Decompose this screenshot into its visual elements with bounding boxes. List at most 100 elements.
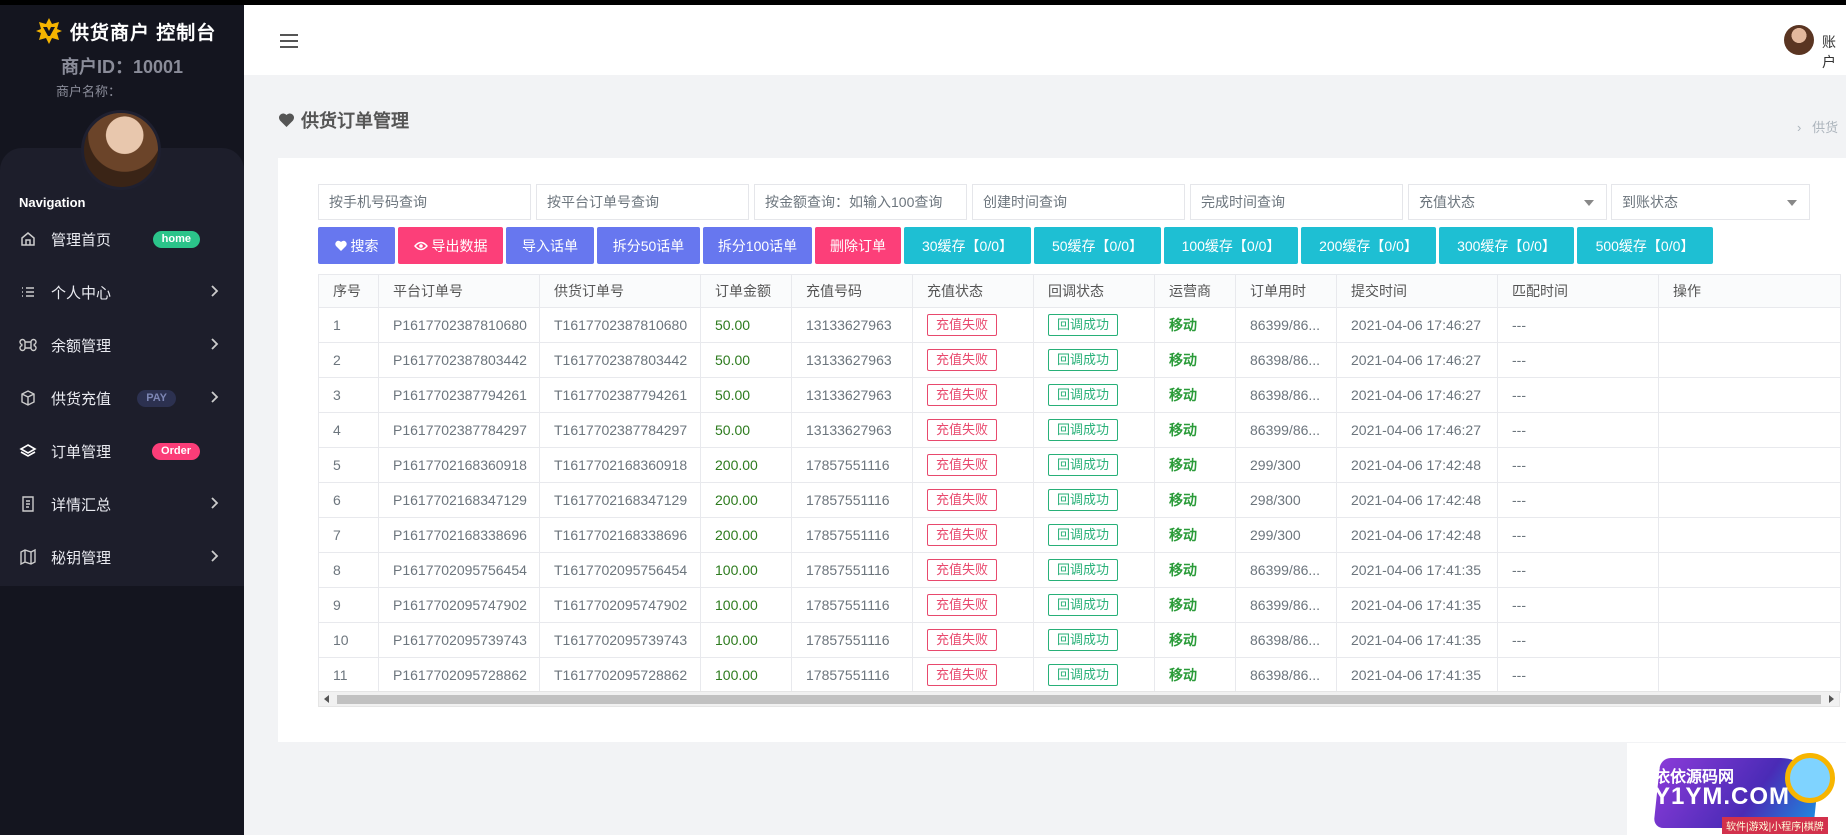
sidebar: 供货商户 控制台 商户ID：10001 商户名称： Navigation 管理首… bbox=[0, 0, 244, 835]
menu-icon[interactable] bbox=[279, 33, 299, 49]
table-row: 5 P1617702168360918 T1617702168360918 200.0… bbox=[318, 447, 1841, 483]
platform-cell: P1617702387794261 bbox=[378, 377, 540, 413]
account-menu[interactable]: 账户 bbox=[1822, 32, 1846, 72]
chevron-right-icon bbox=[211, 285, 219, 297]
table-row: 3 P1617702387794261 T1617702387794261 50.00… bbox=[318, 377, 1841, 413]
phone-cell: 13133627963 bbox=[791, 377, 913, 413]
brand[interactable]: 供货商户 控制台 bbox=[34, 14, 216, 48]
carrier-label: 移动 bbox=[1169, 457, 1197, 473]
op-cell[interactable] bbox=[1658, 377, 1841, 413]
breadcrumb-item[interactable]: 供货 bbox=[1812, 120, 1838, 135]
sidebar-item-keys[interactable]: 秘钥管理 bbox=[0, 531, 244, 584]
op-cell[interactable] bbox=[1658, 482, 1841, 518]
platform-order-search-input[interactable]: 按平台订单号查询 bbox=[536, 184, 749, 220]
op-cell[interactable] bbox=[1658, 307, 1841, 343]
carrier-label: 移动 bbox=[1169, 387, 1197, 403]
col-header[interactable]: 平台订单号 bbox=[378, 274, 540, 308]
horizontal-scrollbar[interactable] bbox=[318, 691, 1840, 707]
callback-status-cell: 回调成功 bbox=[1033, 482, 1155, 518]
recharge-status-select[interactable]: 充值状态 bbox=[1408, 184, 1607, 220]
callback-success-tag: 回调成功 bbox=[1048, 629, 1119, 651]
col-header[interactable]: 回调状态 bbox=[1033, 274, 1155, 308]
delete-order-button[interactable]: 删除订单 bbox=[815, 227, 901, 264]
op-cell[interactable] bbox=[1658, 517, 1841, 553]
col-header[interactable]: 提交时间 bbox=[1336, 274, 1498, 308]
sidebar-item-profile[interactable]: 个人中心 bbox=[0, 266, 244, 319]
phone-search-input[interactable]: 按手机号码查询 bbox=[318, 184, 531, 220]
cache-200-button[interactable]: 200缓存【0/0】 bbox=[1301, 227, 1436, 264]
col-header[interactable]: 充值号码 bbox=[791, 274, 913, 308]
phone-cell: 17857551116 bbox=[791, 552, 913, 588]
platform-cell: P1617702168360918 bbox=[378, 447, 540, 483]
op-cell[interactable] bbox=[1658, 622, 1841, 658]
op-cell[interactable] bbox=[1658, 447, 1841, 483]
import-button[interactable]: 导入话单 bbox=[506, 227, 594, 264]
create-time-input[interactable]: 创建时间查询 bbox=[972, 184, 1185, 220]
phone-cell: 17857551116 bbox=[791, 622, 913, 658]
recharge-status-cell: 充值失败 bbox=[912, 377, 1034, 413]
no-cell: 2 bbox=[318, 342, 379, 378]
user-avatar[interactable] bbox=[1784, 25, 1814, 55]
op-cell[interactable] bbox=[1658, 587, 1841, 623]
table-row: 4 P1617702387784297 T1617702387784297 50.00… bbox=[318, 412, 1841, 448]
used-cell: 86398/86... bbox=[1235, 657, 1337, 693]
supply-cell: T1617702387803442 bbox=[539, 342, 701, 378]
table-row: 2 P1617702387803442 T1617702387803442 50.00… bbox=[318, 342, 1841, 378]
op-cell[interactable] bbox=[1658, 552, 1841, 588]
submit-cell: 2021-04-06 17:46:27 bbox=[1336, 377, 1498, 413]
col-header[interactable]: 序号 bbox=[318, 274, 379, 308]
scrollbar-thumb[interactable] bbox=[337, 695, 1821, 704]
op-cell[interactable] bbox=[1658, 412, 1841, 448]
col-header[interactable]: 订单金额 bbox=[700, 274, 792, 308]
sidebar-item-label: 管理首页 bbox=[51, 232, 112, 249]
phone-cell: 17857551116 bbox=[791, 657, 913, 693]
page-title-text: 供货订单管理 bbox=[301, 111, 409, 131]
sidebar-item-recharge[interactable]: 供货充值 PAY bbox=[0, 372, 244, 425]
sidebar-item-label: 余额管理 bbox=[51, 338, 112, 355]
amount-search-input[interactable]: 按金额查询：如输入100查询 bbox=[754, 184, 967, 220]
avatar[interactable] bbox=[81, 110, 161, 190]
nav-title: Navigation bbox=[19, 195, 86, 210]
box-icon bbox=[21, 390, 35, 406]
export-button[interactable]: 导出数据 bbox=[398, 227, 503, 264]
callback-success-tag: 回调成功 bbox=[1048, 524, 1119, 546]
cache-30-button[interactable]: 30缓存【0/0】 bbox=[904, 227, 1031, 264]
split-50-button[interactable]: 拆分50话单 bbox=[597, 227, 700, 264]
search-button[interactable]: 搜索 bbox=[318, 227, 395, 264]
sidebar-item-home[interactable]: 管理首页 home bbox=[0, 213, 244, 266]
search-button-label: 搜索 bbox=[350, 237, 379, 254]
platform-cell: P1617702168338696 bbox=[378, 517, 540, 553]
col-header[interactable]: 操作 bbox=[1658, 274, 1841, 308]
supply-cell: T1617702387784297 bbox=[539, 412, 701, 448]
col-header[interactable]: 订单用时 bbox=[1235, 274, 1337, 308]
split-100-button[interactable]: 拆分100话单 bbox=[703, 227, 812, 264]
op-cell[interactable] bbox=[1658, 342, 1841, 378]
recharge-status-cell: 充值失败 bbox=[912, 307, 1034, 343]
cache-300-button[interactable]: 300缓存【0/0】 bbox=[1439, 227, 1574, 264]
layers-icon bbox=[19, 444, 37, 457]
op-cell[interactable] bbox=[1658, 657, 1841, 693]
table-header-row: 序号 平台订单号 供货订单号 订单金额 充值号码 充值状态 回调状态 运营商 订… bbox=[318, 274, 1841, 308]
scroll-right-arrow[interactable] bbox=[1829, 695, 1834, 703]
sidebar-item-orders[interactable]: 订单管理 Order bbox=[0, 425, 244, 478]
callback-status-cell: 回调成功 bbox=[1033, 447, 1155, 483]
col-header[interactable]: 运营商 bbox=[1154, 274, 1236, 308]
cache-100-button[interactable]: 100缓存【0/0】 bbox=[1164, 227, 1298, 264]
col-header[interactable]: 匹配时间 bbox=[1497, 274, 1659, 308]
finish-time-input[interactable]: 完成时间查询 bbox=[1190, 184, 1403, 220]
col-header[interactable]: 供货订单号 bbox=[539, 274, 701, 308]
col-header[interactable]: 充值状态 bbox=[912, 274, 1034, 308]
scroll-left-arrow[interactable] bbox=[324, 695, 329, 703]
top-header: 账户 bbox=[244, 5, 1846, 75]
eye-icon bbox=[413, 241, 428, 250]
cache-500-button[interactable]: 500缓存【0/0】 bbox=[1577, 227, 1713, 264]
sidebar-item-balance[interactable]: 余额管理 bbox=[0, 319, 244, 372]
amount-cell: 50.00 bbox=[700, 377, 792, 413]
arrival-status-select[interactable]: 到账状态 bbox=[1611, 184, 1810, 220]
export-button-label: 导出数据 bbox=[431, 237, 488, 254]
no-cell: 9 bbox=[318, 587, 379, 623]
match-cell: --- bbox=[1497, 622, 1659, 658]
no-cell: 3 bbox=[318, 377, 379, 413]
sidebar-item-summary[interactable]: 详情汇总 bbox=[0, 478, 244, 531]
cache-50-button[interactable]: 50缓存【0/0】 bbox=[1034, 227, 1161, 264]
